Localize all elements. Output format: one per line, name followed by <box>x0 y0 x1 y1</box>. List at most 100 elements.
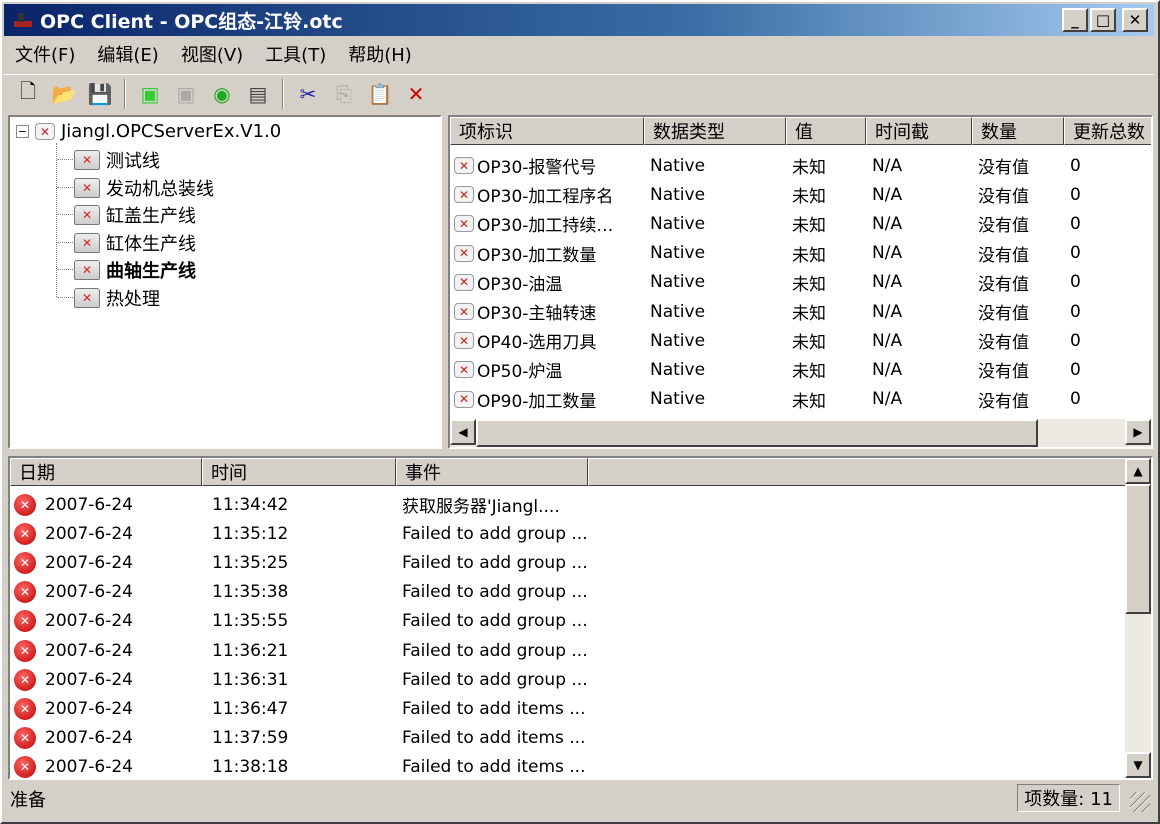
log-row[interactable]: ✕2007-6-2411:37:59Failed to add items ..… <box>10 724 588 753</box>
cell-text: 未知 <box>792 182 826 207</box>
save-icon[interactable]: 💾 <box>82 77 118 111</box>
properties-icon[interactable]: ▤ <box>240 77 276 111</box>
error-icon: ✕ <box>14 640 36 662</box>
table-cell: Native <box>644 389 786 409</box>
table-cell: ✕OP30-加工数量 <box>450 241 644 266</box>
paste-icon[interactable]: 📋 <box>362 77 398 111</box>
tree-node[interactable]: ✕缸盖生产线 <box>74 202 196 228</box>
tree-node[interactable]: ✕ 测试线 <box>74 147 160 173</box>
menu-file[interactable]: 文件(F) <box>4 41 86 67</box>
table-row[interactable]: ✕OP50-炉温Native未知N/A没有值0 <box>450 355 1153 384</box>
table-row[interactable]: ✕OP30-报警代号Native未知N/A没有值0 <box>450 151 1153 180</box>
server-tree[interactable]: − ✕ Jiangl.OPCServerEx.V1.0 ✕测试线✕发动机总装线✕… <box>8 115 442 449</box>
cell-text: 2007-6-24 <box>45 524 133 544</box>
cut-icon[interactable]: ✂ <box>290 77 326 111</box>
table-cell: 0 <box>1064 214 1153 234</box>
folder-error-icon: ✕ <box>74 150 100 170</box>
cell-text: 11:35:12 <box>212 524 288 544</box>
log-row[interactable]: ✕2007-6-2411:36:21Failed to add group ..… <box>10 636 588 665</box>
cell-text: Failed to add group ... <box>402 611 588 631</box>
resize-grip-icon[interactable] <box>1130 792 1150 812</box>
log-row[interactable]: ✕2007-6-2411:35:55Failed to add group ..… <box>10 607 588 636</box>
table-cell: N/A <box>866 243 972 263</box>
minimize-button[interactable]: _ <box>1062 8 1088 32</box>
log-row[interactable]: ✕2007-6-2411:34:42获取服务器'Jiangl.... <box>10 490 588 519</box>
log-cell: 11:35:55 <box>202 611 396 631</box>
menu-edit[interactable]: 编辑(E) <box>86 41 169 67</box>
log-row[interactable]: ✕2007-6-2411:35:25Failed to add group ..… <box>10 548 588 577</box>
table-row[interactable]: ✕OP30-油温Native未知N/A没有值0 <box>450 268 1153 297</box>
item-error-icon: ✕ <box>454 157 474 174</box>
tree-root[interactable]: − ✕ Jiangl.OPCServerEx.V1.0 <box>16 121 281 142</box>
cell-text: Failed to add items ... <box>402 757 586 777</box>
tree-node[interactable]: ✕热处理 <box>74 285 160 311</box>
log-row[interactable]: ✕2007-6-2411:36:31Failed to add group ..… <box>10 665 588 694</box>
cell-text: N/A <box>872 331 902 351</box>
scroll-left-icon[interactable]: ◀ <box>450 419 476 445</box>
event-log[interactable]: 日期 时间 事件 ✕2007-6-2411:34:42获取服务器'Jiangl.… <box>8 456 1153 780</box>
log-row[interactable]: ✕2007-6-2411:36:47Failed to add items ..… <box>10 694 588 723</box>
cell-text: 未知 <box>792 241 826 266</box>
table-cell: 没有值 <box>972 241 1064 266</box>
table-cell: 0 <box>1064 360 1153 380</box>
table-row[interactable]: ✕OP30-加工程序名Native未知N/A没有值0 <box>450 180 1153 209</box>
open-icon[interactable]: 📂 <box>46 77 82 111</box>
table-cell: ✕OP30-油温 <box>450 270 644 295</box>
scroll-down-icon[interactable]: ▼ <box>1125 752 1151 778</box>
menu-view[interactable]: 视图(V) <box>170 41 254 67</box>
column-header[interactable]: 事件 <box>396 458 588 486</box>
collapse-icon[interactable]: − <box>16 125 29 138</box>
table-row[interactable]: ✕OP90-加工数量Native未知N/A没有值0 <box>450 385 1153 414</box>
log-cell: 11:36:21 <box>202 641 396 661</box>
table-cell: 没有值 <box>972 328 1064 353</box>
log-row[interactable]: ✕2007-6-2411:38:18Failed to add items ..… <box>10 753 588 780</box>
table-row[interactable]: ✕OP40-选用刀具Native未知N/A没有值0 <box>450 326 1153 355</box>
new-icon[interactable]: 🗋 <box>10 77 46 111</box>
scroll-thumb[interactable] <box>476 419 1038 447</box>
scroll-thumb[interactable] <box>1125 484 1151 614</box>
maximize-button[interactable]: □ <box>1090 8 1116 32</box>
column-header[interactable]: 日期 <box>10 458 202 486</box>
cell-text: N/A <box>872 302 902 322</box>
column-header[interactable]: 时间截 <box>866 117 972 145</box>
error-icon: ✕ <box>14 727 36 749</box>
add-group-icon[interactable]: ◉ <box>204 77 240 111</box>
column-header[interactable]: 更新总数 <box>1064 117 1153 145</box>
log-cell: ✕2007-6-24 <box>10 698 202 720</box>
horizontal-scrollbar[interactable]: ◀ ▶ <box>450 419 1151 447</box>
add-server-icon[interactable]: ▣ <box>132 77 168 111</box>
menu-tools[interactable]: 工具(T) <box>254 41 337 67</box>
window-title: OPC Client - OPC组态-江铃.otc <box>40 7 343 34</box>
log-row[interactable]: ✕2007-6-2411:35:38Failed to add group ..… <box>10 578 588 607</box>
table-cell: 没有值 <box>972 299 1064 324</box>
table-row[interactable]: ✕OP30-加工持续…Native未知N/A没有值0 <box>450 209 1153 238</box>
scroll-right-icon[interactable]: ▶ <box>1125 419 1151 445</box>
column-header[interactable]: 数量 <box>972 117 1064 145</box>
cell-text: 0 <box>1070 331 1081 351</box>
scroll-up-icon[interactable]: ▲ <box>1125 458 1151 484</box>
close-button[interactable]: ✕ <box>1122 8 1148 32</box>
menu-help[interactable]: 帮助(H) <box>337 41 423 67</box>
log-cell: ✕2007-6-24 <box>10 523 202 545</box>
tree-node[interactable]: ✕发动机总装线 <box>74 175 214 201</box>
cell-text: N/A <box>872 389 902 409</box>
column-header[interactable]: 值 <box>786 117 866 145</box>
table-row[interactable]: ✕OP30-加工数量Native未知N/A没有值0 <box>450 239 1153 268</box>
table-cell: Native <box>644 360 786 380</box>
copy-icon[interactable]: ⎘ <box>326 77 362 111</box>
cell-text: 0 <box>1070 156 1081 176</box>
cell-text: Native <box>650 272 705 292</box>
table-row[interactable]: ✕OP30-主轴转速Native未知N/A没有值0 <box>450 297 1153 326</box>
tree-node[interactable]: ✕缸体生产线 <box>74 230 196 256</box>
column-header[interactable]: 项标识 <box>450 117 644 145</box>
vertical-scrollbar[interactable]: ▲ ▼ <box>1125 458 1151 778</box>
tree-node[interactable]: ✕曲轴生产线 <box>74 257 196 283</box>
column-header[interactable]: 数据类型 <box>644 117 786 145</box>
log-row[interactable]: ✕2007-6-2411:35:12Failed to add group ..… <box>10 519 588 548</box>
delete-icon[interactable]: ✕ <box>398 77 434 111</box>
items-list[interactable]: 项标识 数据类型 值 时间截 数量 更新总数 ✕OP30-报警代号Native未… <box>448 115 1153 449</box>
tree-node-label: 测试线 <box>106 147 160 173</box>
column-header[interactable]: 时间 <box>202 458 396 486</box>
connect-icon[interactable]: ▣ <box>168 77 204 111</box>
cell-text: 没有值 <box>978 387 1029 412</box>
